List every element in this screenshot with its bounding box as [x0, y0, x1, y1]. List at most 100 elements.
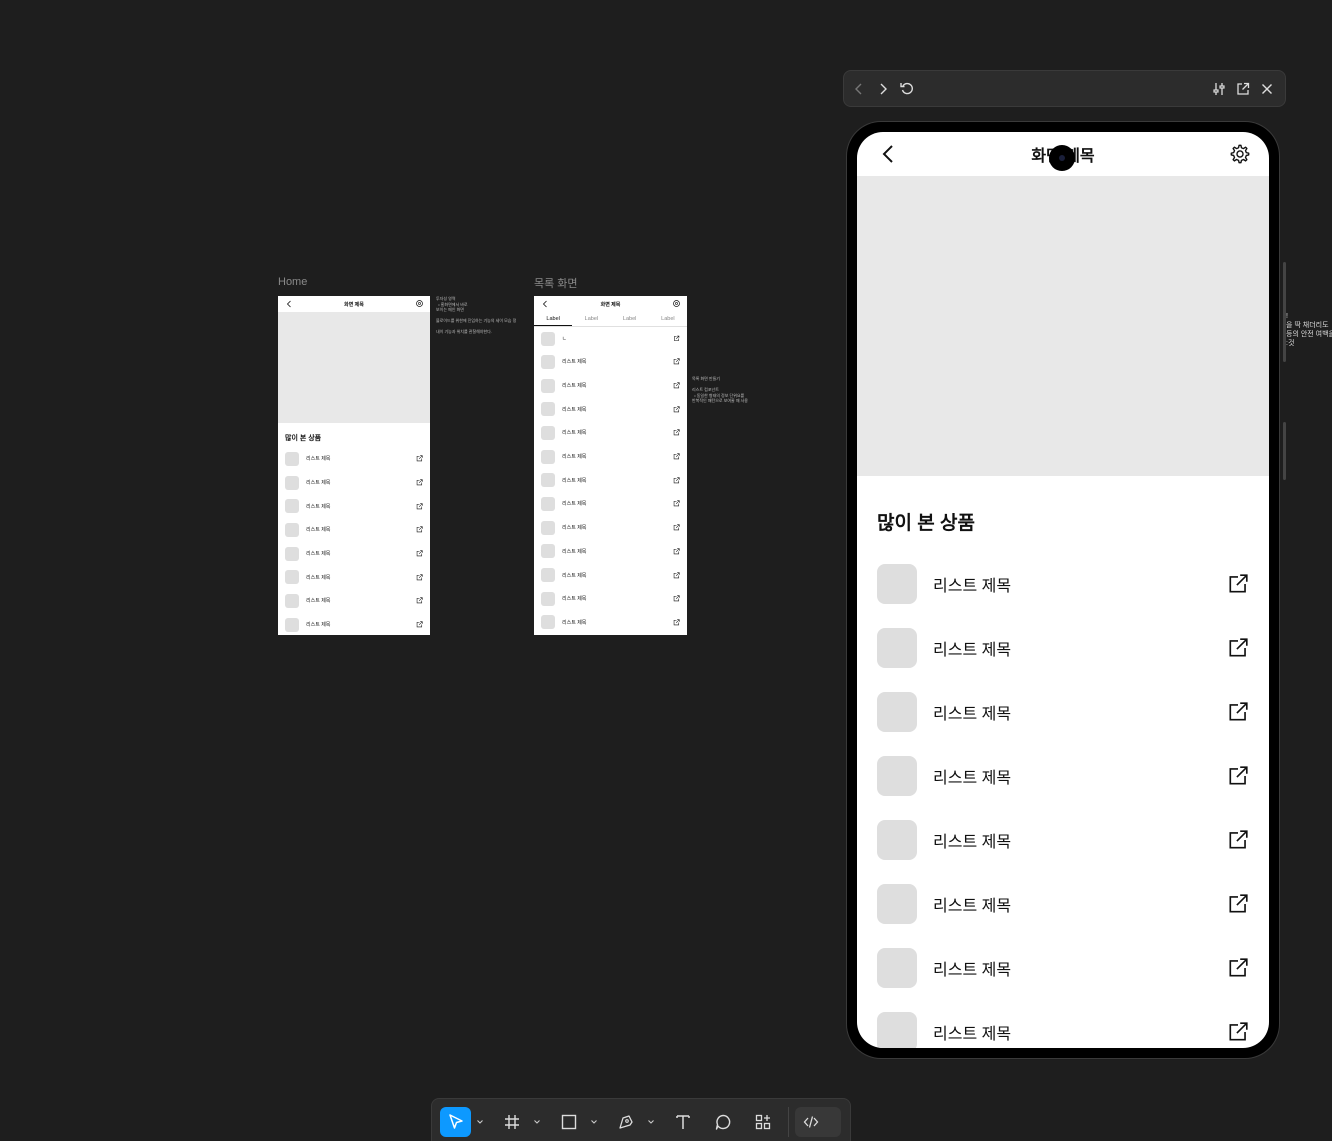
external-link-icon[interactable] [416, 479, 423, 486]
tab-label-4[interactable]: Label [649, 312, 687, 326]
external-link-icon[interactable] [1227, 637, 1249, 659]
external-link-icon[interactable] [673, 477, 680, 484]
text-tool-button[interactable] [673, 1107, 693, 1137]
frame-label-list[interactable]: 목록 화면 [534, 275, 578, 291]
side-note[interactable]: ! 을 딱 채더리도 등의 안전 여백을 :것 [1286, 312, 1332, 348]
close-icon[interactable] [1259, 81, 1275, 97]
external-link-icon[interactable] [1227, 893, 1249, 915]
list-item[interactable]: 리스트 제목 [857, 744, 1269, 808]
list-item[interactable]: 리스트 제목 [534, 611, 687, 635]
list-item[interactable]: 리스트 제목 [534, 492, 687, 516]
list-item[interactable]: 리스트 제목 [857, 1000, 1269, 1048]
external-link-icon[interactable] [673, 382, 680, 389]
list-item[interactable]: 리스트 제목 [278, 494, 430, 518]
external-link-icon[interactable] [673, 500, 680, 507]
external-link-icon[interactable] [1227, 957, 1249, 979]
external-link-icon[interactable] [416, 574, 423, 581]
list-item-title: 리스트 제목 [562, 548, 587, 555]
settings-sliders-icon[interactable] [1211, 81, 1227, 97]
list-item-thumbnail [541, 378, 555, 393]
list-item[interactable]: 리스트 제목 [534, 374, 687, 398]
external-link-icon[interactable] [673, 548, 680, 555]
list-item-title: 리스트 제목 [306, 598, 331, 605]
list-frame[interactable]: 화면 제목 Label Label Label Label ㄴ 리스트 제목 리스… [534, 296, 687, 635]
list-item[interactable]: 리스트 제목 [534, 445, 687, 469]
list-item[interactable]: 리스트 제목 [534, 468, 687, 492]
frame-tool-button[interactable] [502, 1107, 522, 1137]
external-link-icon[interactable] [1227, 573, 1249, 595]
external-link-icon[interactable] [673, 358, 680, 365]
back-icon [286, 300, 291, 308]
list-note[interactable]: 목록 화면 만들기 리스트 컴포넌트 • 동일한 형태의 정보 단위요를 반복적… [692, 376, 748, 404]
external-link-icon[interactable] [416, 503, 423, 510]
home-frame[interactable]: 화면 제목 많이 본 상품 리스트 제목 리스트 제목 리스트 제목 리스트 제목 리스… [278, 296, 430, 635]
comment-tool-button[interactable] [713, 1107, 733, 1137]
reload-icon[interactable] [899, 81, 915, 97]
back-icon[interactable] [877, 143, 899, 165]
external-link-icon[interactable] [1227, 1021, 1249, 1043]
list-item[interactable]: 리스트 제목 [534, 563, 687, 587]
list-item[interactable]: 리스트 제목 [857, 552, 1269, 616]
external-link-icon[interactable] [673, 406, 680, 413]
external-link-icon[interactable] [416, 455, 423, 462]
list-item[interactable]: 리스트 제목 [278, 518, 430, 542]
list-item[interactable]: 리스트 제목 [278, 447, 430, 471]
list-item-title: 리스트 제목 [933, 706, 1012, 723]
external-link-icon[interactable] [416, 621, 423, 628]
list-item[interactable]: 리스트 제목 [857, 616, 1269, 680]
chevron-left-icon[interactable] [851, 81, 867, 97]
external-link-icon[interactable] [673, 619, 680, 626]
external-link-icon[interactable] [416, 526, 423, 533]
tab-label-2[interactable]: Label [572, 312, 610, 326]
list-item[interactable]: 리스트 제목 [534, 540, 687, 564]
open-external-icon[interactable] [1235, 81, 1251, 97]
list-item[interactable]: 리스트 제목 [857, 936, 1269, 1000]
list-item[interactable]: 리스트 제목 [278, 471, 430, 495]
rectangle-tool-button[interactable] [559, 1107, 579, 1137]
preview-toolbar [843, 70, 1286, 107]
external-link-icon[interactable] [673, 429, 680, 436]
actions-tool-button[interactable] [752, 1107, 774, 1137]
list-item[interactable]: 리스트 제목 [857, 808, 1269, 872]
external-link-icon[interactable] [1227, 765, 1249, 787]
list-item[interactable]: 리스트 제목 [278, 589, 430, 613]
external-link-icon[interactable] [673, 524, 680, 531]
list-item[interactable]: 리스트 제목 [278, 613, 430, 635]
list-item[interactable]: 리스트 제목 [857, 680, 1269, 744]
external-link-icon[interactable] [1227, 701, 1249, 723]
list-item[interactable]: 리스트 제목 [534, 587, 687, 611]
list-item[interactable]: 리스트 제목 [534, 516, 687, 540]
chevron-down-icon[interactable] [476, 1119, 484, 1125]
move-tool-button[interactable] [440, 1107, 471, 1137]
external-link-icon[interactable] [673, 571, 680, 579]
tab-label-3[interactable]: Label [611, 312, 649, 326]
chevron-right-icon[interactable] [875, 81, 891, 97]
list-item[interactable]: 리스트 제목 [857, 872, 1269, 936]
external-link-icon[interactable] [673, 335, 680, 342]
list-item-title: 리스트 제목 [306, 551, 331, 558]
list-item[interactable]: 리스트 제목 [534, 397, 687, 421]
chevron-down-icon[interactable] [647, 1119, 655, 1125]
list-item[interactable]: ㄴ [534, 327, 687, 350]
home-note[interactable]: 투자성 영역 • 홈화면에서 바로 보이는 메인 화면 블로이드를 위한에 진입… [436, 296, 516, 335]
external-link-icon[interactable] [673, 595, 680, 602]
list-item[interactable]: 리스트 제목 [534, 350, 687, 374]
dev-mode-toggle[interactable] [795, 1107, 841, 1137]
list-item[interactable]: 리스트 제목 [278, 542, 430, 566]
list-item[interactable]: 리스트 제목 [534, 421, 687, 445]
external-link-icon[interactable] [1227, 829, 1249, 851]
tab-label-1[interactable]: Label [534, 312, 573, 326]
pen-tool-button[interactable] [616, 1107, 636, 1137]
gear-icon[interactable] [1229, 143, 1251, 165]
list-item[interactable]: 리스트 제목 [278, 565, 430, 589]
preview-screen[interactable]: 화면 제목 많이 본 상품 리스트 제목 리스트 제목 리스트 제목 리스트 제목 리스… [857, 132, 1269, 1048]
external-link-icon[interactable] [416, 550, 423, 557]
chevron-down-icon[interactable] [533, 1119, 541, 1125]
external-link-icon[interactable] [673, 453, 680, 460]
chevron-down-icon[interactable] [590, 1119, 598, 1125]
list-item-thumbnail [285, 475, 299, 490]
external-link-icon[interactable] [416, 597, 423, 604]
frame-tool-icon [505, 1115, 519, 1129]
frame-label-home[interactable]: Home [278, 276, 307, 288]
list-frame-list: 리스트 제목 리스트 제목 리스트 제목 리스트 제목 리스트 제목 리스트 제목 리스트 … [534, 350, 687, 634]
